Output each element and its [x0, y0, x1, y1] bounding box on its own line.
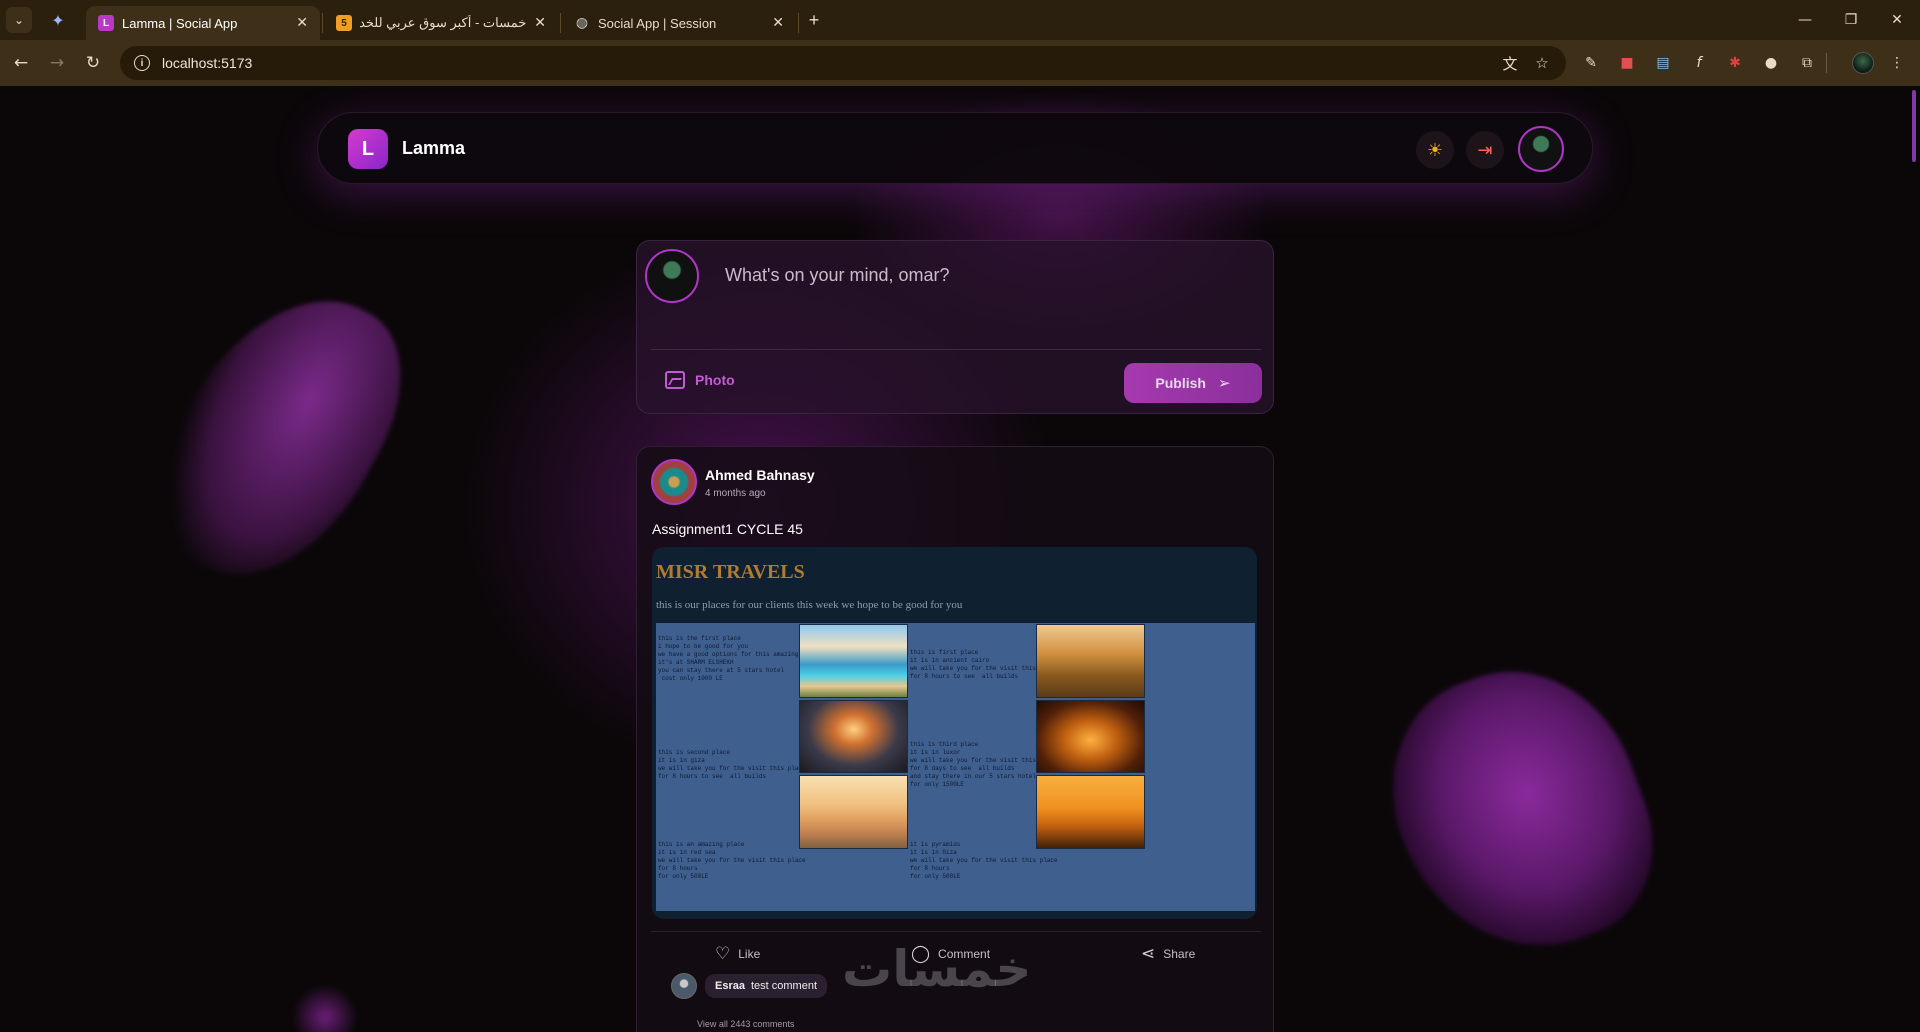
tab-separator	[798, 13, 799, 33]
background-blob	[125, 258, 435, 614]
tab-khamsat[interactable]: 5 خمسات - أكبر سوق عربي للخدمات ✕	[324, 6, 558, 40]
tab-title: Lamma | Social App	[122, 15, 238, 31]
photo-button[interactable]: Photo	[665, 371, 735, 389]
logout-icon[interactable]: ⇥	[1466, 131, 1504, 169]
place-description: this is second place it is in giza we wi…	[658, 749, 806, 780]
forward-icon[interactable]: →	[42, 48, 72, 78]
post-author[interactable]: Ahmed Bahnasy	[705, 467, 815, 483]
app-page: L Lamma ☀ ⇥ What's on your mind, omar? P…	[0, 86, 1920, 1032]
place-description: this is the first place i hope to be goo…	[658, 635, 824, 682]
site-info-icon[interactable]: i	[134, 55, 150, 71]
bookmark-star-icon[interactable]: ☆	[1532, 53, 1552, 73]
red-extension-icon[interactable]: ✱	[1724, 52, 1746, 74]
lamma-favicon-icon: L	[98, 15, 114, 31]
post-image[interactable]: MISR TRAVELS this is our places for our …	[652, 547, 1257, 919]
app-name[interactable]: Lamma	[402, 138, 465, 159]
place-description: it is pyramids it is in Giza we will tak…	[910, 841, 1058, 880]
restore-icon[interactable]: ❐	[1828, 0, 1874, 40]
place-photo	[799, 700, 908, 773]
gemini-icon[interactable]: ✦	[48, 10, 68, 30]
place-description: this is first place it is in ancient cai…	[910, 649, 1058, 680]
place-photo	[1036, 775, 1145, 849]
place-photo	[799, 775, 908, 849]
post-input[interactable]: What's on your mind, omar?	[725, 265, 950, 286]
translate-icon[interactable]: 文	[1500, 53, 1520, 73]
address-bar[interactable]: i localhost:5173	[120, 46, 1566, 80]
publish-button[interactable]: Publish ➢	[1124, 363, 1262, 403]
divider	[651, 349, 1261, 350]
background-blob	[1359, 638, 1681, 984]
comment-text: test comment	[750, 980, 818, 992]
comment-author[interactable]: Esraa	[715, 980, 745, 992]
browser-tab-strip: ⌄ ✦ L Lamma | Social App ✕ 5 خمسات - أكب…	[0, 0, 1920, 40]
background-blob	[292, 984, 358, 1032]
image-grid: this is the first place i hope to be goo…	[656, 623, 1255, 911]
view-all-comments-link[interactable]: View all 2443 comments	[697, 1019, 794, 1029]
tab-title: Social App | Session	[598, 15, 717, 31]
divider	[651, 931, 1261, 932]
extensions-puzzle-icon[interactable]: ⧉	[1796, 52, 1818, 74]
image-icon	[665, 371, 685, 389]
url-text: localhost:5173	[162, 55, 253, 71]
tab-title: خمسات - أكبر سوق عربي للخدمات	[360, 15, 527, 30]
tab-separator	[560, 13, 561, 33]
photo-label: Photo	[695, 372, 735, 388]
place-description: this is an amazing place it is in red se…	[658, 841, 806, 880]
browser-profile-avatar[interactable]	[1852, 52, 1874, 74]
close-icon[interactable]: ✕	[772, 15, 784, 31]
back-icon[interactable]: ←	[6, 48, 36, 78]
post-time: 4 months ago	[705, 488, 766, 499]
theme-toggle-sun-icon[interactable]: ☀	[1416, 131, 1454, 169]
place-description: this is third place it is in luxor we wi…	[910, 741, 1058, 788]
tab-search-button[interactable]: ⌄	[6, 7, 32, 33]
comment-item: Esraa test comment	[671, 973, 828, 999]
commenter-avatar[interactable]	[671, 973, 697, 999]
window-close-icon[interactable]: ✕	[1874, 0, 1920, 40]
reload-icon[interactable]: ↻	[78, 48, 108, 78]
like-button[interactable]: ♡ Like	[715, 944, 760, 964]
minimize-icon[interactable]: —	[1782, 0, 1828, 40]
font-extension-icon[interactable]: f	[1688, 52, 1710, 74]
post-composer: What's on your mind, omar? Photo Publish…	[636, 240, 1274, 414]
share-icon: ⋖	[1141, 944, 1156, 964]
comment-bubble: Esraa test comment	[705, 974, 828, 998]
heart-icon: ♡	[715, 944, 731, 964]
globe-icon: ◍	[575, 15, 589, 31]
share-label: Share	[1163, 947, 1196, 961]
user-avatar[interactable]	[1518, 126, 1564, 172]
image-subtitle: this is our places for our clients this …	[656, 599, 963, 611]
close-icon[interactable]: ✕	[296, 15, 308, 31]
author-avatar[interactable]	[651, 459, 697, 505]
scrollbar-thumb[interactable]	[1912, 90, 1916, 162]
composer-avatar	[645, 249, 699, 303]
khamsat-favicon-icon: 5	[336, 15, 352, 31]
place-photo	[1036, 700, 1145, 773]
toolbar-separator	[1826, 53, 1827, 73]
send-icon: ➢	[1217, 374, 1231, 392]
menu-kebab-icon[interactable]: ⋮	[1886, 52, 1908, 74]
files-extension-icon[interactable]: ▤	[1652, 52, 1674, 74]
tab-session[interactable]: ◍ Social App | Session ✕	[562, 6, 796, 40]
browser-toolbar: ← → ↻ i localhost:5173 文 ☆ ✎ ■ ▤ f ✱ ● ⧉…	[0, 40, 1920, 86]
share-button[interactable]: ⋖ Share	[1141, 944, 1195, 964]
eyedropper-extension-icon[interactable]: ✎	[1580, 52, 1602, 74]
image-title: MISR TRAVELS	[656, 561, 805, 583]
new-tab-button[interactable]: +	[802, 8, 826, 32]
post-text: Assignment1 CYCLE 45	[652, 521, 803, 537]
close-icon[interactable]: ✕	[534, 15, 546, 31]
pocket-extension-icon[interactable]: ■	[1616, 52, 1638, 74]
app-header: L Lamma ☀ ⇥	[317, 112, 1593, 184]
publish-label: Publish	[1155, 375, 1206, 391]
tab-lamma[interactable]: L Lamma | Social App ✕	[86, 6, 320, 40]
circle-extension-icon[interactable]: ●	[1760, 52, 1782, 74]
place-photo	[1036, 624, 1145, 698]
app-logo[interactable]: L	[348, 129, 388, 169]
watermark-text: خمسات	[842, 940, 1032, 998]
place-photo	[799, 624, 908, 698]
like-label: Like	[738, 947, 761, 961]
tab-separator	[322, 13, 323, 33]
